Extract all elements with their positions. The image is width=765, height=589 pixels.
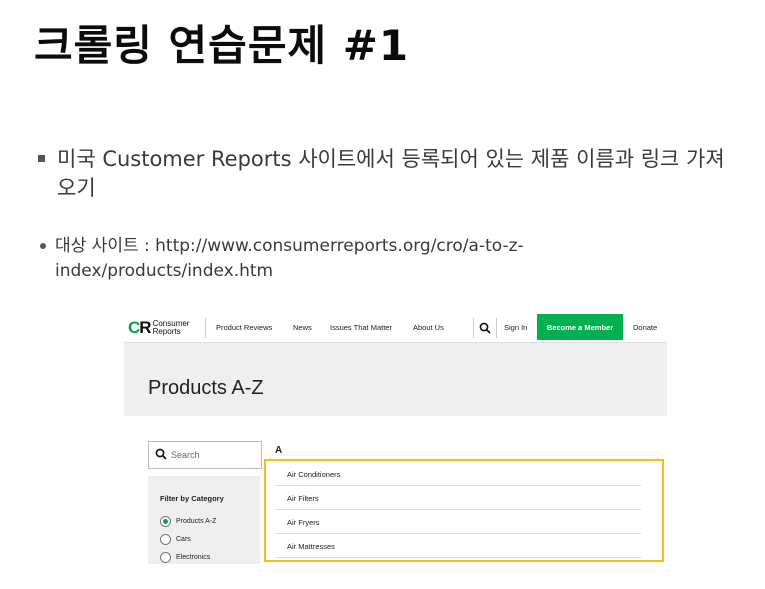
bullet-target-site: 대상 사이트 : http://www.consumerreports.org/… (40, 234, 680, 284)
filter-option-label: Products A-Z (176, 518, 217, 525)
nav-product-reviews[interactable]: Product Reviews (216, 323, 272, 332)
page-hero: Products A-Z (124, 343, 667, 416)
search-placeholder: Search (171, 450, 200, 460)
filter-option-label: Cars (176, 536, 191, 543)
dot-bullet-icon (40, 243, 46, 249)
filter-title: Filter by Category (160, 494, 224, 503)
search-input[interactable]: Search (148, 441, 262, 469)
filter-option-electronics[interactable]: Electronics (160, 552, 210, 563)
bullet-task: 미국 Customer Reports 사이트에서 등록되어 있는 제품 이름과… (38, 145, 738, 203)
cr-logo-c: C (128, 318, 140, 337)
cr-logo-line2: Reports (152, 327, 181, 336)
letter-heading: A (275, 445, 283, 456)
slide-title: 크롤링 연습문제 #1 (34, 21, 410, 70)
become-member-button[interactable]: Become a Member (537, 314, 623, 340)
nav-search-button[interactable] (473, 318, 497, 338)
radio-selected-icon (160, 516, 171, 527)
page-title: Products A-Z (148, 377, 264, 399)
cr-logo-text: Consumer Reports (153, 320, 190, 336)
search-icon (155, 448, 167, 460)
search-icon (479, 322, 491, 334)
bullet-target-site-text: 대상 사이트 : http://www.consumerreports.org/… (55, 236, 524, 281)
cr-logo[interactable]: CR Consumer Reports (128, 318, 189, 338)
cr-logo-mark: CR (128, 318, 152, 338)
bullet-task-text: 미국 Customer Reports 사이트에서 등록되어 있는 제품 이름과… (57, 147, 725, 200)
nav-news[interactable]: News (293, 323, 312, 332)
filter-option-products-a-z[interactable]: Products A-Z (160, 516, 216, 527)
nav-about-us[interactable]: About Us (413, 323, 444, 332)
nav-sign-in[interactable]: Sign In (504, 323, 527, 332)
site-nav-bar: CR Consumer Reports Product Reviews News… (124, 312, 667, 343)
nav-issues-that-matter[interactable]: Issues That Matter (330, 323, 392, 332)
nav-donate[interactable]: Donate (633, 323, 657, 332)
square-bullet-icon (38, 155, 45, 162)
filter-option-label: Electronics (176, 554, 211, 561)
website-screenshot: CR Consumer Reports Product Reviews News… (124, 312, 667, 564)
nav-divider (205, 318, 206, 338)
filter-option-cars[interactable]: Cars (160, 534, 191, 545)
cr-logo-r: R (139, 318, 151, 337)
radio-icon (160, 552, 171, 563)
highlight-box (264, 459, 664, 562)
category-filter-panel: Filter by Category Products A-Z Cars Ele… (148, 476, 260, 564)
radio-icon (160, 534, 171, 545)
